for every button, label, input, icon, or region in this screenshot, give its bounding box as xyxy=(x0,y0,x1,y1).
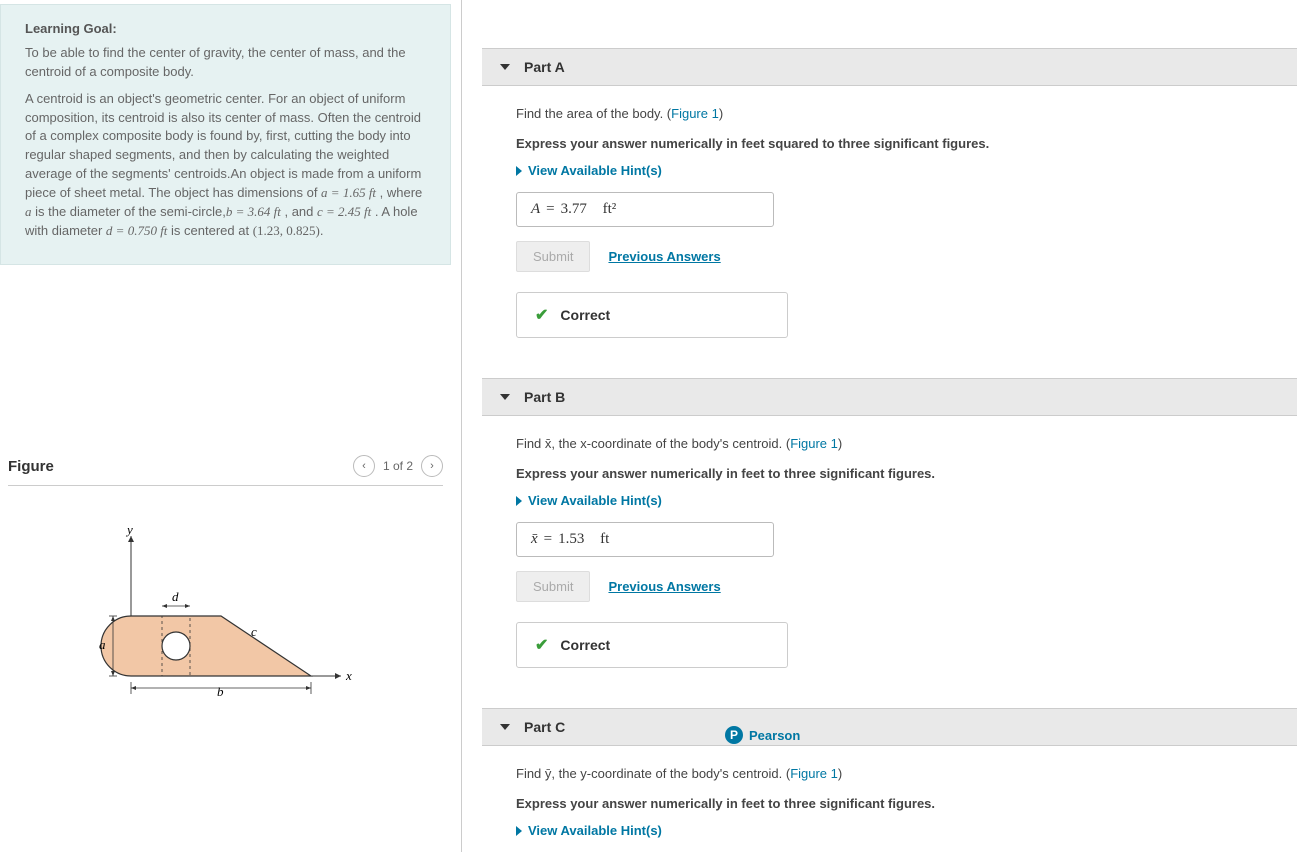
part-c-instruction: Express your answer numerically in feet … xyxy=(516,794,1297,814)
part-c-hints[interactable]: View Available Hint(s) xyxy=(516,823,1297,838)
figure-title: Figure xyxy=(8,458,54,475)
pearson-icon: P xyxy=(725,726,743,744)
part-b-title: Part B xyxy=(524,389,565,405)
part-a-submit-button: Submit xyxy=(516,241,590,272)
part-a-value: 3.77 xyxy=(561,201,587,218)
part-b-instruction: Express your answer numerically in feet … xyxy=(516,464,1297,484)
svg-text:y: y xyxy=(125,526,133,537)
svg-text:d: d xyxy=(172,589,179,604)
part-a: Part A Find the area of the body. (Figur… xyxy=(482,48,1297,338)
part-a-hints[interactable]: View Available Hint(s) xyxy=(516,163,1297,178)
part-b-feedback: ✔ Correct xyxy=(516,622,788,668)
learning-goal-description: A centroid is an object's geometric cent… xyxy=(25,90,426,241)
learning-goal-box: Learning Goal: To be able to find the ce… xyxy=(0,4,451,265)
learning-goal-title: Learning Goal: xyxy=(25,21,426,36)
part-c-prompt: Find ȳ, the y-coordinate of the body's c… xyxy=(516,764,1297,784)
figure-1-link[interactable]: Figure 1 xyxy=(671,106,719,121)
svg-text:c: c xyxy=(251,624,257,639)
part-b-prompt: Find x̄, the x-coordinate of the body's … xyxy=(516,434,1297,454)
part-a-feedback: ✔ Correct xyxy=(516,292,788,338)
caret-right-icon xyxy=(516,826,522,836)
svg-text:b: b xyxy=(217,684,224,696)
learning-goal-objective: To be able to find the center of gravity… xyxy=(25,44,426,82)
part-b-hints[interactable]: View Available Hint(s) xyxy=(516,493,1297,508)
figure-counter: 1 of 2 xyxy=(383,459,413,473)
caret-right-icon xyxy=(516,496,522,506)
right-column: Part A Find the area of the body. (Figur… xyxy=(462,0,1297,852)
part-a-instruction: Express your answer numerically in feet … xyxy=(516,134,1297,154)
part-b-answer[interactable]: x̄ = 1.53 ft xyxy=(516,522,774,557)
part-b-header[interactable]: Part B xyxy=(482,378,1297,416)
left-column: Learning Goal: To be able to find the ce… xyxy=(0,0,462,852)
part-b-previous-answers[interactable]: Previous Answers xyxy=(608,579,720,594)
part-b-submit-button: Submit xyxy=(516,571,590,602)
svg-text:a: a xyxy=(99,637,106,652)
figure-prev-button[interactable]: ‹ xyxy=(353,455,375,477)
part-b-value: 1.53 xyxy=(558,531,584,548)
part-a-answer[interactable]: A = 3.77 ft² xyxy=(516,192,774,227)
part-c-title: Part C xyxy=(524,719,565,735)
check-icon: ✔ xyxy=(535,305,548,325)
part-a-header[interactable]: Part A xyxy=(482,48,1297,86)
figure-next-button[interactable]: › xyxy=(421,455,443,477)
part-a-prompt: Find the area of the body. (Figure 1) xyxy=(516,104,1297,124)
caret-right-icon xyxy=(516,166,522,176)
part-c-header[interactable]: Part C xyxy=(482,708,1297,746)
check-icon: ✔ xyxy=(535,635,548,655)
svg-text:x: x xyxy=(345,668,352,683)
figure-header: Figure ‹ 1 of 2 › xyxy=(8,455,443,486)
pearson-logo: P Pearson xyxy=(725,726,800,744)
caret-down-icon xyxy=(500,724,510,730)
caret-down-icon xyxy=(500,394,510,400)
figure-nav: ‹ 1 of 2 › xyxy=(353,455,443,477)
figure-section: Figure ‹ 1 of 2 › y x xyxy=(0,455,451,696)
part-b: Part B Find x̄, the x-coordinate of the … xyxy=(482,378,1297,668)
figure-1-link[interactable]: Figure 1 xyxy=(790,436,838,451)
figure-1-link[interactable]: Figure 1 xyxy=(790,766,838,781)
part-a-previous-answers[interactable]: Previous Answers xyxy=(608,249,720,264)
caret-down-icon xyxy=(500,64,510,70)
part-a-title: Part A xyxy=(524,59,565,75)
figure-diagram: y x a xyxy=(8,526,443,696)
part-c: Part C Find ȳ, the y-coordinate of the b… xyxy=(482,708,1297,838)
